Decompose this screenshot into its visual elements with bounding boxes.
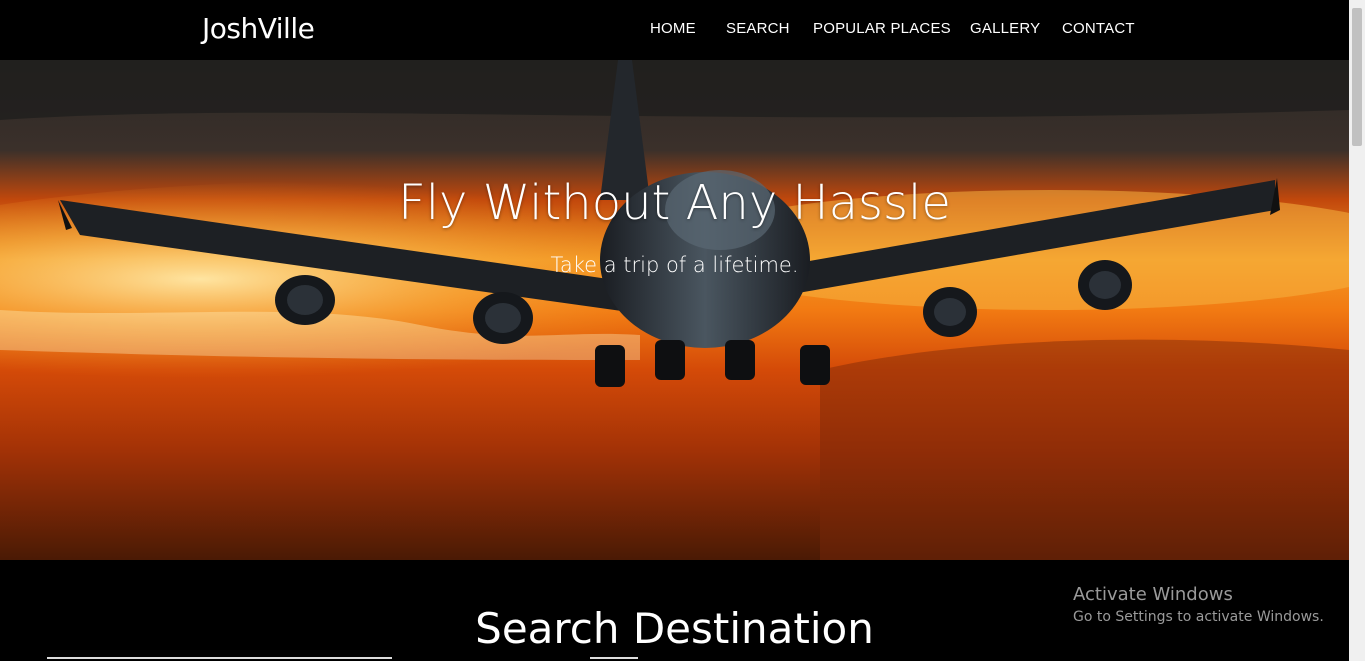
divider-line [47,657,392,659]
nav-popular-places[interactable]: POPULAR PLACES [813,20,951,37]
watermark-subtitle: Go to Settings to activate Windows. [1073,609,1324,625]
hero-banner: Fly Without Any Hassle Take a trip of a … [0,60,1349,560]
vertical-scrollbar[interactable] [1349,0,1365,661]
activate-windows-watermark: Activate Windows Go to Settings to activ… [1073,584,1324,625]
brand-logo[interactable]: JoshVille [202,12,315,45]
hero-airplane-sunset-image [0,60,1349,560]
top-navbar: JoshVille HOME SEARCH POPULAR PLACES GAL… [0,0,1349,60]
divider-line [590,657,638,659]
hero-title: Fly Without Any Hassle [398,175,951,231]
nav-contact[interactable]: CONTACT [1062,20,1135,37]
watermark-title: Activate Windows [1073,584,1233,605]
nav-gallery[interactable]: GALLERY [970,20,1040,37]
scrollbar-thumb[interactable] [1352,8,1362,146]
hero-subtitle: Take a trip of a lifetime. [550,253,799,277]
nav-home[interactable]: HOME [650,20,696,37]
nav-search[interactable]: SEARCH [726,20,790,37]
